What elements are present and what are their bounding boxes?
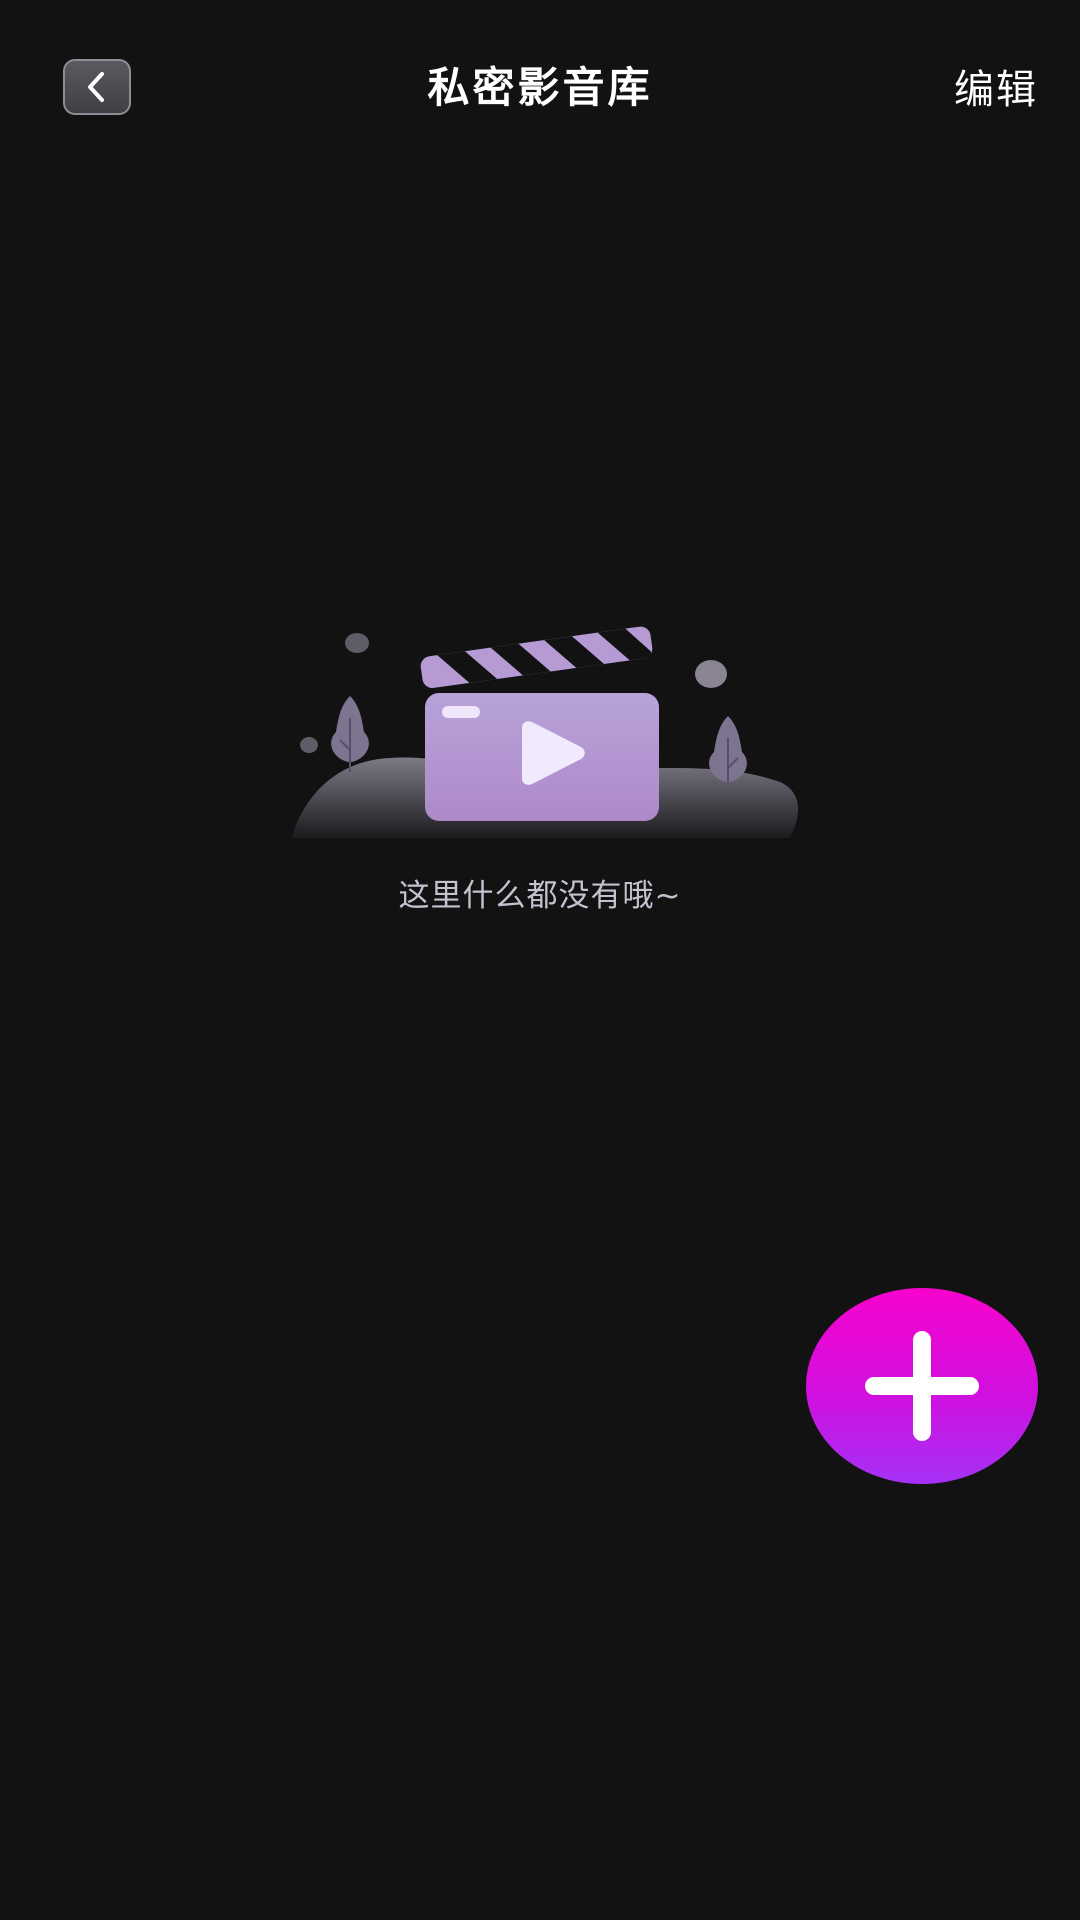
decor-circle <box>695 660 727 688</box>
decor-circle <box>300 737 318 753</box>
private-media-library-screen: 私密影音库 编辑 这里什么都没有哦~ <box>0 0 1080 1920</box>
add-button[interactable] <box>806 1288 1038 1484</box>
back-button[interactable] <box>63 59 131 115</box>
video-clapperboard-illustration <box>292 626 799 838</box>
empty-state-message: 这里什么都没有哦~ <box>398 878 682 914</box>
page-title: 私密影音库 <box>427 63 653 112</box>
decor-circle <box>345 633 369 653</box>
top-bar: 私密影音库 编辑 <box>0 0 1080 180</box>
clapper-top <box>420 626 653 689</box>
board-highlight <box>442 706 480 718</box>
plus-icon <box>865 1331 979 1441</box>
chevron-left-icon <box>88 72 104 102</box>
edit-button[interactable]: 编辑 <box>954 62 1038 118</box>
tree-left <box>331 696 369 772</box>
